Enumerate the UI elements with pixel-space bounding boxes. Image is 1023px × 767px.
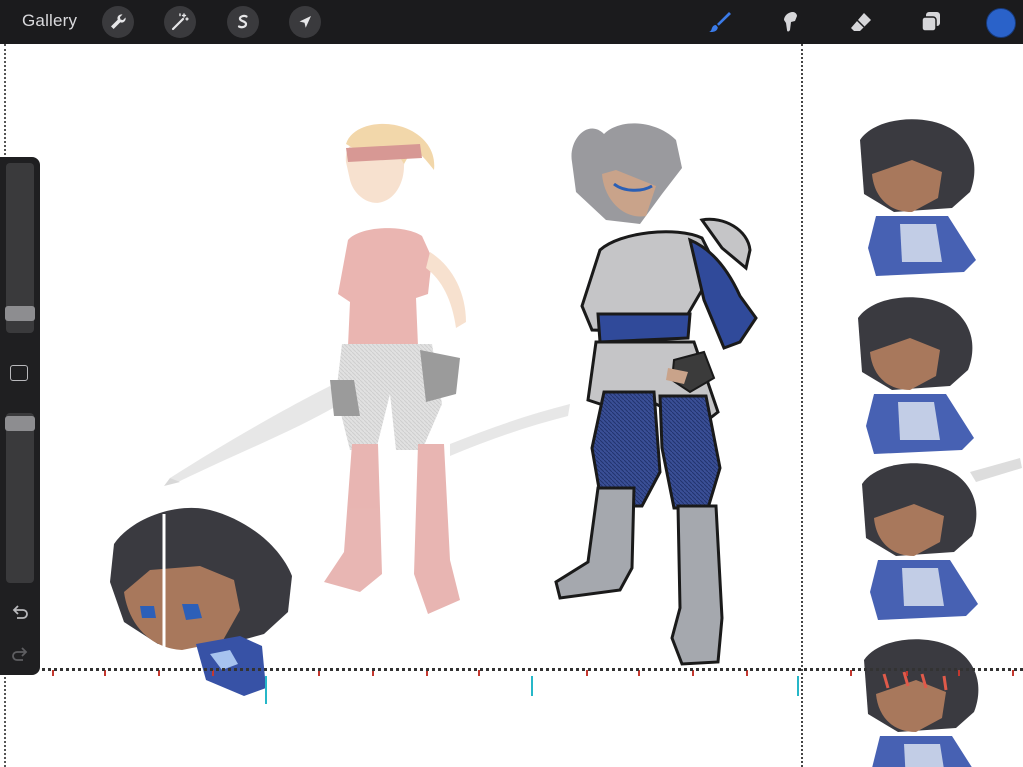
brush-size-thumb[interactable] — [5, 305, 35, 321]
artwork-layer — [52, 119, 1022, 767]
magic-wand-icon[interactable] — [164, 6, 196, 38]
smudge-icon[interactable] — [776, 7, 806, 37]
redo-icon[interactable] — [9, 645, 31, 665]
color-picker-button[interactable] — [986, 8, 1016, 38]
drawing-canvas[interactable] — [0, 44, 1023, 767]
undo-icon[interactable] — [9, 603, 31, 623]
brush-opacity-thumb[interactable] — [5, 416, 35, 432]
brush-sidebar — [0, 157, 40, 675]
vertical-guide-line — [801, 44, 803, 767]
gallery-button[interactable]: Gallery — [22, 11, 77, 31]
modify-button[interactable] — [10, 365, 28, 381]
transform-arrow-icon[interactable] — [289, 6, 321, 38]
selection-icon[interactable] — [227, 6, 259, 38]
layers-icon[interactable] — [916, 7, 946, 37]
ruler-ticks — [265, 676, 799, 704]
armored-knight-character — [554, 123, 758, 666]
brush-opacity-slider[interactable] — [6, 413, 34, 583]
horizontal-guide-line — [0, 668, 1023, 671]
top-toolbar: Gallery — [0, 0, 1023, 44]
brush-icon[interactable] — [705, 7, 735, 37]
eraser-icon[interactable] — [846, 7, 876, 37]
wrench-icon[interactable] — [102, 6, 134, 38]
